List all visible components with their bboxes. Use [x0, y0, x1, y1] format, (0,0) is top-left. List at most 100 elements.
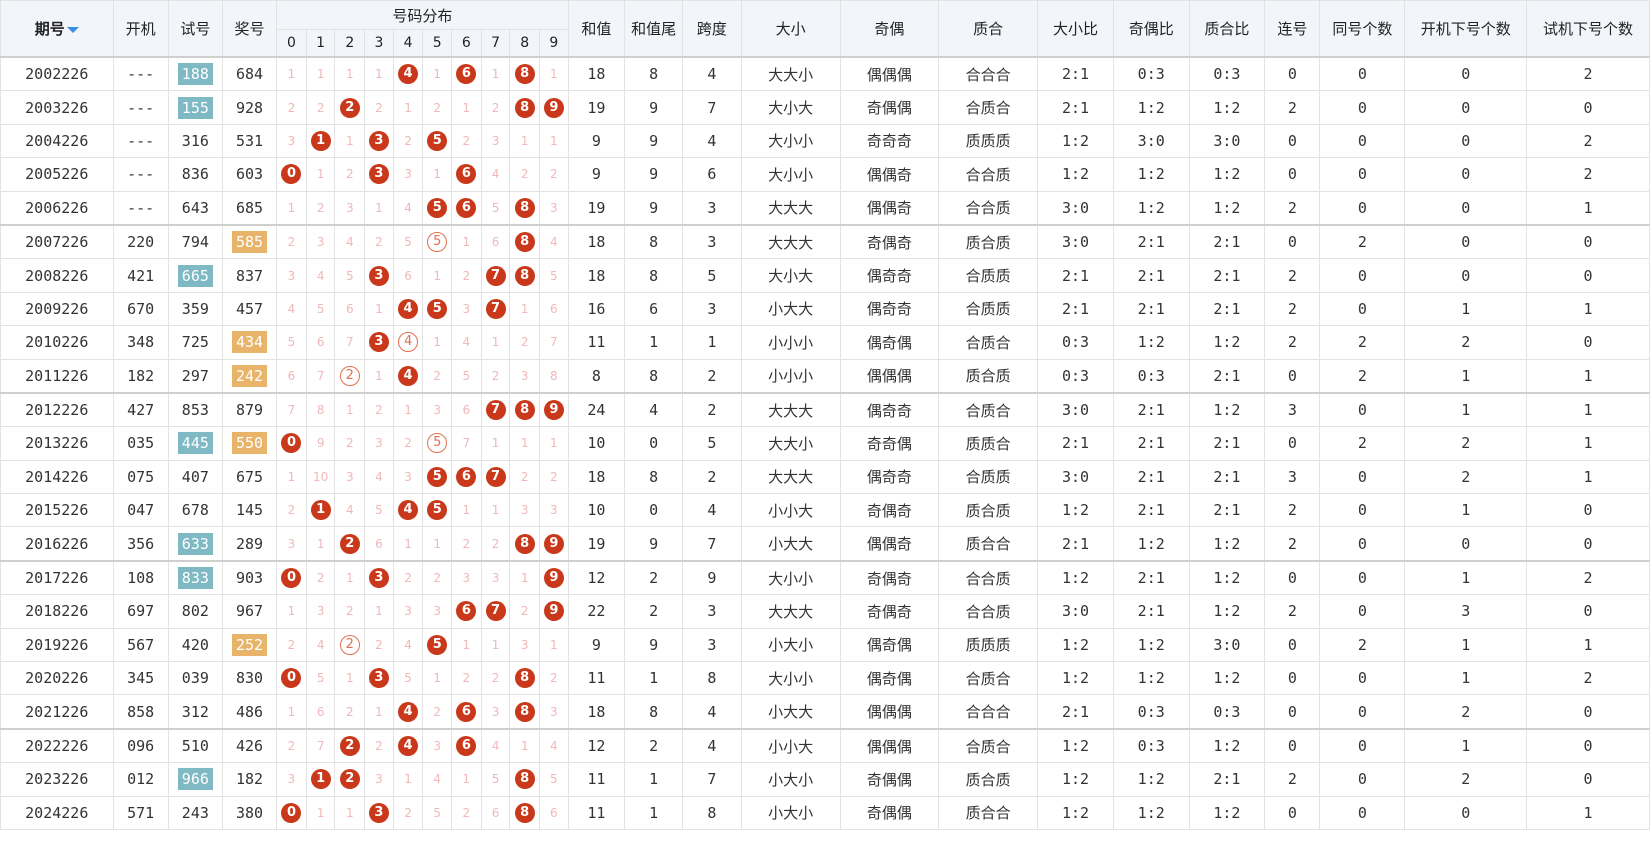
miss-count: 2: [404, 436, 412, 451]
prime-composite-ratio-cell: 1:2: [1188, 727, 1266, 764]
prime-composite-cell: 合质合: [937, 391, 1039, 428]
miss-count: 1: [345, 805, 354, 820]
distribution-cell: 4: [392, 358, 424, 394]
sum-tail-cell: 0: [623, 426, 684, 461]
distribution-cell: 1: [334, 391, 366, 428]
miss-count: 2: [550, 469, 558, 484]
prime-composite-ratio-cell: 1:2: [1188, 157, 1266, 192]
distribution-cell: 9: [539, 90, 569, 125]
distribution-cell: 7: [480, 391, 511, 428]
trial-next-count-cell: 1: [1526, 358, 1650, 394]
distribution-cell: 3: [364, 258, 394, 293]
distribution-cell: 1: [451, 223, 482, 260]
miss-count: 3: [550, 704, 558, 719]
distribution-cell: 2: [509, 157, 540, 192]
miss-count: 9: [316, 436, 325, 451]
distribution-cell: 4: [392, 325, 424, 360]
distribution-cell: 1: [480, 493, 511, 528]
trial-cell: 678: [167, 493, 223, 528]
repeat-ball: 5: [427, 232, 448, 253]
distribution-cell: 1: [364, 56, 394, 92]
drawn-ball: 4: [398, 736, 419, 756]
open-machine-cell: ---: [112, 123, 169, 159]
period-cell: 2009226: [0, 291, 114, 327]
miss-count: 2: [316, 200, 325, 215]
open-next-count-cell: 0: [1404, 258, 1528, 293]
repeat-ball: 2: [339, 634, 360, 655]
distribution-cell: 4: [480, 157, 511, 192]
big-small-ratio-cell: 1:2: [1037, 493, 1114, 528]
prize-cell: 145: [221, 493, 278, 528]
sum-tail-cell: 8: [623, 459, 684, 495]
prime-composite-ratio-cell: 2:1: [1188, 258, 1266, 293]
miss-count: 4: [462, 335, 471, 350]
distribution-cell: 1: [276, 190, 307, 226]
big-small-ratio-cell: 2:1: [1037, 56, 1114, 92]
distribution-cell: 3: [509, 358, 540, 394]
prime-composite-cell: 合合合: [937, 694, 1039, 730]
distribution-cell: 2: [334, 526, 366, 562]
sort-down-icon[interactable]: [66, 26, 79, 33]
miss-count: 7: [345, 335, 354, 350]
odd-even-cell: 奇偶奇: [839, 559, 939, 596]
miss-count: 2: [520, 604, 529, 619]
distribution-cell: 3: [305, 223, 336, 260]
odd-even-cell: 偶偶偶: [839, 358, 939, 394]
distribution-cell: 1: [305, 56, 336, 92]
distribution-cell: 2: [334, 90, 366, 125]
big-small-cell: 大大小: [740, 56, 841, 92]
miss-count: 2: [433, 368, 442, 383]
odd-even-cell: 偶奇偶: [839, 325, 939, 360]
prime-composite-ratio-cell: 3:0: [1188, 627, 1266, 663]
distribution-cell: 5: [334, 258, 366, 293]
drawn-ball: 3: [368, 332, 389, 353]
span-header: 跨度: [682, 0, 742, 58]
distribution-cell: 1: [480, 56, 511, 92]
distribution-cell: 5: [364, 493, 394, 528]
drawn-ball: 7: [485, 265, 506, 286]
miss-count: 2: [520, 167, 529, 182]
trial-next-count-cell: 0: [1526, 762, 1650, 797]
span-cell: 3: [682, 594, 742, 629]
miss-count: 2: [433, 100, 442, 115]
digit-header: 6: [451, 29, 482, 58]
distribution-cell: 1: [509, 727, 540, 764]
sum-tail-cell: 4: [623, 391, 684, 428]
sum-tail-cell: 1: [623, 762, 684, 797]
miss-count: 2: [550, 167, 558, 182]
prime-composite-cell: 质合质: [937, 223, 1039, 260]
miss-count: 7: [462, 436, 471, 451]
miss-count: 3: [316, 604, 325, 619]
distribution-cell: 7: [305, 358, 336, 394]
odd-even-ratio-cell: 1:2: [1112, 762, 1190, 797]
distribution-cell: 5: [422, 190, 453, 226]
miss-count: 3: [520, 503, 529, 518]
miss-count: 3: [345, 469, 354, 484]
distribution-cell: 2: [451, 661, 482, 696]
same-count-header: 同号个数: [1319, 0, 1406, 58]
sum-tail-cell: 0: [623, 493, 684, 528]
distribution-cell: 1: [451, 762, 482, 797]
prime-composite-cell: 质合合: [937, 526, 1039, 562]
trial-number: 643: [181, 198, 209, 217]
open-next-count-cell: 1: [1404, 727, 1528, 764]
trial-number: 316: [181, 131, 209, 150]
distribution-cell: 3: [364, 795, 394, 830]
miss-count: 4: [433, 772, 442, 787]
same-count-cell: 0: [1319, 559, 1406, 596]
odd-even-ratio-cell: 2:1: [1112, 559, 1190, 596]
distribution-cell: 1: [276, 56, 307, 92]
open-next-count-cell: 1: [1404, 358, 1528, 394]
distribution-cell: 1: [392, 762, 424, 797]
odd-even-ratio-cell: 2:1: [1112, 258, 1190, 293]
distribution-cell: 2: [334, 627, 366, 663]
sum-cell: 18: [567, 459, 625, 495]
miss-count: 1: [345, 571, 354, 586]
trial-next-count-cell: 1: [1526, 426, 1650, 461]
same-count-cell: 2: [1319, 426, 1406, 461]
period-header[interactable]: 期号: [0, 0, 114, 58]
miss-count: 2: [287, 637, 296, 652]
distribution-cell: 1: [480, 426, 511, 461]
miss-count: 3: [404, 167, 412, 182]
digit-header: 9: [539, 29, 569, 58]
